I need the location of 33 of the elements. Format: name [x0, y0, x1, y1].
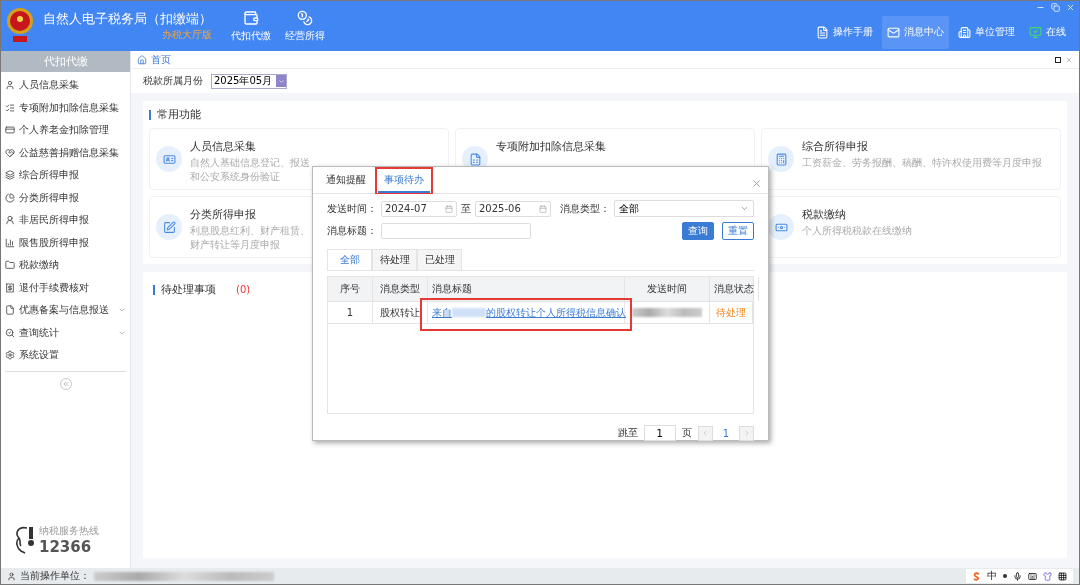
- app-title: 自然人电子税务局（扣缴端）: [43, 10, 212, 28]
- sidebar-header: 代扣代缴: [1, 51, 130, 72]
- card-title: 专项附加扣除信息采集: [496, 139, 606, 154]
- card-title: 综合所得申报: [802, 139, 869, 154]
- hotline-number: 12366: [39, 538, 93, 556]
- type-label: 消息类型：: [560, 201, 610, 216]
- table-cell: 股权转让: [373, 302, 428, 323]
- column-header: 消息标题: [428, 277, 625, 301]
- status-label: 当前操作单位：: [20, 569, 90, 583]
- section-title: 待处理事项: [161, 282, 216, 297]
- table-cell: 1: [328, 302, 373, 323]
- section-title: 常用功能: [157, 107, 201, 122]
- app-subtitle: 办税大厅版: [162, 28, 212, 42]
- range-label: 至: [461, 201, 471, 216]
- card-title: 分类所得申报: [190, 207, 257, 222]
- card-description: 自然人基础信息登记、报送和公安系统身份验证: [190, 156, 311, 184]
- title-label: 消息标题：: [327, 224, 377, 238]
- card-description: 利息股息红利、财产租赁、财产转让等月度申报: [190, 224, 311, 252]
- status-text: 待处理: [716, 305, 746, 320]
- month-label: 税款所属月份: [143, 74, 203, 88]
- card-title: 人员信息采集: [190, 139, 257, 154]
- send-time-label: 发送时间：: [327, 201, 377, 216]
- page-label: 页: [681, 426, 692, 440]
- card-description: 个人所得税税款在线缴纳: [802, 224, 912, 238]
- hotline-label: 纳税服务热线: [39, 524, 99, 538]
- column-header: 消息状态: [710, 277, 759, 301]
- column-header: 消息类型: [373, 277, 428, 301]
- pending-count: (0): [236, 284, 251, 295]
- card-title: 税款缴纳: [802, 207, 847, 222]
- card-description: 工资薪金、劳务报酬、稿酬、特许权使用费等月度申报: [802, 156, 1042, 170]
- column-header: 发送时间: [625, 277, 710, 301]
- column-header: 序号: [328, 277, 373, 301]
- jump-label: 跳至: [617, 426, 638, 440]
